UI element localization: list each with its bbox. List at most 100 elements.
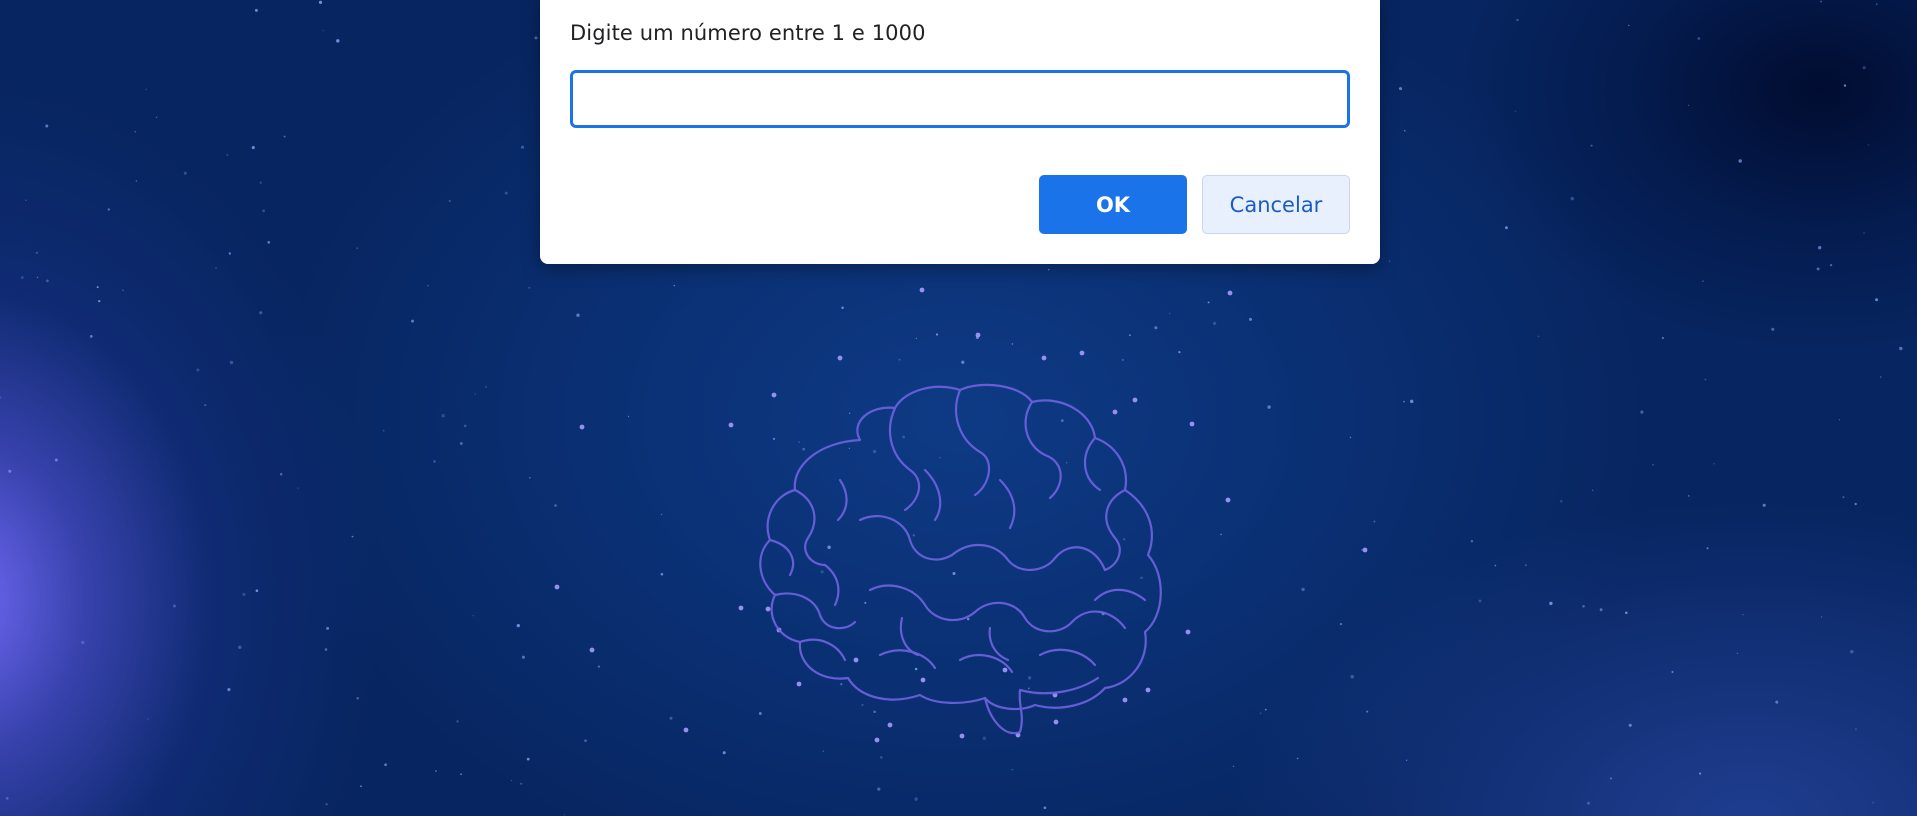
star-dot (1011, 768, 1014, 771)
star-dot (660, 572, 664, 576)
star-dot (8, 469, 12, 473)
star-dot (1854, 502, 1857, 506)
ok-button[interactable]: OK (1039, 175, 1187, 234)
star-dot (1404, 129, 1406, 132)
star-dot (89, 334, 93, 338)
star-dot (1403, 400, 1405, 403)
star-dot (1494, 564, 1497, 567)
star-dot (563, 814, 566, 816)
bright-star-dot (1227, 290, 1233, 296)
star-dot (529, 476, 531, 479)
star-dot (1301, 587, 1305, 592)
star-dot (1820, 0, 1823, 3)
star-dot (1599, 608, 1603, 612)
star-dot (226, 154, 229, 156)
star-dot (183, 171, 187, 175)
number-input[interactable] (570, 70, 1350, 128)
star-dot (336, 39, 340, 43)
cancel-button[interactable]: Cancelar (1202, 175, 1350, 234)
star-dot (351, 535, 354, 538)
bright-star-dot (589, 647, 595, 653)
star-dot (554, 504, 557, 507)
star-dot (1267, 405, 1271, 409)
star-dot (1661, 336, 1664, 340)
star-dot (1829, 263, 1833, 267)
star-dot (228, 252, 231, 255)
star-dot (1762, 503, 1766, 507)
star-dot (1706, 547, 1709, 550)
star-dot (1818, 246, 1822, 250)
star-dot (1388, 260, 1391, 262)
star-dot (1880, 376, 1882, 378)
star-dot (1047, 268, 1050, 271)
star-dot (1820, 616, 1823, 618)
star-dot (660, 513, 663, 516)
star-dot (122, 289, 124, 292)
star-dot (1736, 652, 1739, 655)
star-dot (521, 655, 525, 659)
star-dot (1505, 226, 1508, 230)
star-dot (1843, 84, 1847, 87)
star-dot (1373, 520, 1376, 523)
star-dot (1470, 540, 1474, 543)
star-dot (1249, 317, 1252, 321)
star-dot (1816, 267, 1820, 271)
star-dot (1212, 321, 1217, 326)
star-dot (1671, 670, 1674, 674)
bright-star-dot (975, 332, 981, 338)
star-dot (1652, 463, 1655, 466)
star-dot (433, 460, 436, 463)
star-dot (5, 797, 9, 800)
star-dot (238, 645, 242, 649)
star-dot (460, 773, 462, 776)
star-dot (528, 286, 531, 289)
bright-star-dot (554, 584, 560, 590)
star-dot (516, 623, 520, 628)
star-dot (472, 614, 475, 617)
star-dot (279, 473, 283, 476)
star-dot (1842, 496, 1845, 499)
star-dot (242, 592, 246, 597)
star-dot (54, 458, 58, 462)
bright-star-dot (1185, 629, 1191, 635)
star-dot (1398, 87, 1403, 91)
star-dot (427, 284, 429, 287)
star-dot (526, 757, 530, 761)
star-dot (597, 665, 601, 668)
star-dot (1713, 463, 1715, 465)
star-dot (204, 404, 207, 407)
star-dot (46, 279, 49, 283)
star-dot (251, 146, 255, 150)
star-dot (1560, 499, 1563, 503)
star-dot (1350, 674, 1354, 679)
star-dot (254, 8, 258, 12)
star-dot (324, 648, 328, 651)
bright-star-dot (919, 287, 925, 293)
star-dot (1704, 378, 1707, 381)
star-dot (1867, 144, 1870, 146)
star-dot (1259, 712, 1262, 715)
star-dot (474, 393, 476, 395)
star-dot (283, 135, 286, 138)
star-dot (173, 604, 176, 608)
star-dot (147, 718, 149, 720)
star-dot (485, 386, 487, 388)
star-dot (1863, 232, 1865, 234)
star-dot (459, 442, 463, 445)
star-dot (356, 697, 359, 700)
star-dot (673, 284, 675, 287)
star-dot (1850, 649, 1854, 654)
star-dot (229, 360, 234, 365)
star-dot (1687, 495, 1690, 497)
star-dot (1366, 710, 1369, 713)
star-dot (1738, 159, 1742, 163)
bright-star-dot (683, 727, 689, 733)
star-dot (669, 716, 673, 720)
star-dot (1862, 66, 1866, 70)
star-dot (1128, 334, 1131, 337)
star-dot (259, 181, 262, 184)
star-dot (520, 145, 525, 149)
star-dot (297, 487, 299, 489)
star-dot (1872, 801, 1875, 804)
star-dot (935, 333, 939, 336)
